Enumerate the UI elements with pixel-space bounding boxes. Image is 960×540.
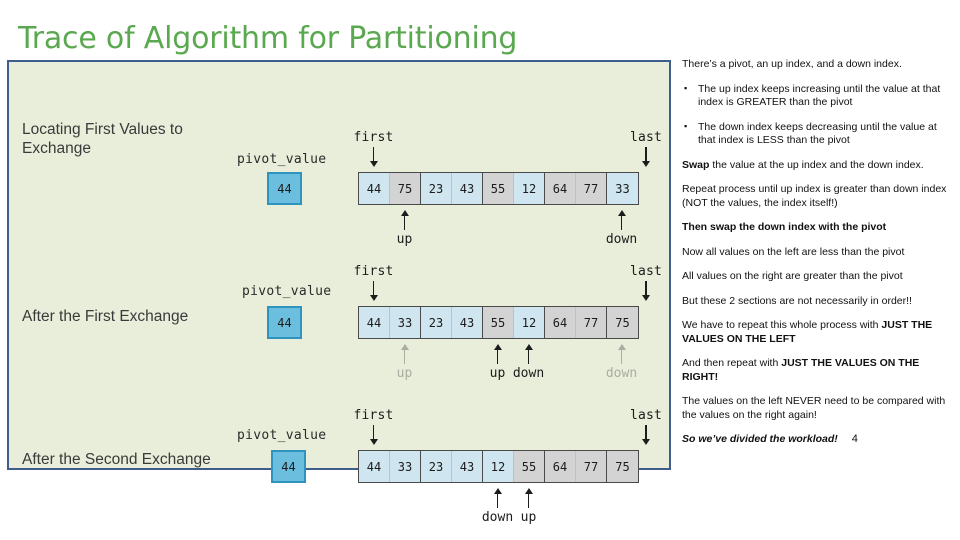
note-repeat-right: And then repeat with JUST THE VALUES ON … [682, 357, 952, 384]
array-row-3: 44 33 23 43 12 55 64 77 75 [358, 450, 639, 483]
up-pointer-label: up [396, 366, 413, 381]
last-pointer: last [629, 408, 663, 445]
array-cell: 33 [607, 173, 638, 204]
last-pointer: last [629, 130, 663, 167]
note-repeat-right-plain: And then repeat with [682, 357, 782, 369]
pivot-value-box: 44 [267, 306, 302, 339]
array-cell: 43 [452, 307, 483, 338]
note-left-less: Now all values on the left are less than… [682, 245, 905, 258]
first-pointer: first [353, 408, 394, 445]
array-cell: 12 [483, 451, 514, 482]
pivot-value-caption: pivot_value [237, 428, 327, 443]
first-pointer: first [353, 264, 394, 301]
up-pointer: up [509, 488, 549, 525]
array-cell: 64 [545, 451, 576, 482]
list-item: The down index keeps decreasing until th… [682, 120, 952, 148]
pivot-value-box: 44 [267, 172, 302, 205]
up-pointer: up [385, 344, 425, 381]
first-pointer-label: first [353, 130, 394, 145]
first-pointer-label: first [353, 408, 394, 423]
notes-panel: There’s a pivot, an up index, and a down… [682, 58, 952, 458]
list-item: The up index keeps increasing until the … [682, 82, 952, 110]
up-pointer-label: up [396, 232, 413, 247]
up-pointer-label: up [489, 366, 506, 381]
pivot-value-caption: pivot_value [242, 284, 332, 299]
array-cell: 33 [390, 451, 421, 482]
row-label-3: After the Second Exchange [22, 451, 211, 468]
note-swap-rest: the value at the up index and the down i… [709, 158, 924, 171]
first-pointer: first [353, 130, 394, 167]
array-cell: 75 [607, 451, 638, 482]
array-cell: 75 [390, 173, 421, 204]
array-cell: 55 [483, 307, 514, 338]
note-repeat: Repeat process until up index is greater… [682, 183, 947, 209]
note-not-ordered: But these 2 sections are not necessarily… [682, 294, 912, 307]
up-pointer: up [385, 210, 425, 247]
array-row-2: 44 33 23 43 55 12 64 77 75 [358, 306, 639, 339]
last-pointer: last [629, 264, 663, 301]
array-row-1: 44 75 23 43 55 12 64 77 33 [358, 172, 639, 205]
array-cell: 23 [421, 451, 452, 482]
note-never-compared: The values on the left NEVER need to be … [682, 395, 946, 421]
array-cell: 12 [514, 307, 545, 338]
down-pointer: down [509, 344, 549, 381]
down-pointer: down [602, 344, 642, 381]
pivot-value-box: 44 [271, 450, 306, 483]
note-bullet-list: The up index keeps increasing until the … [682, 82, 952, 148]
note-right-greater: All values on the right are greater than… [682, 270, 903, 282]
array-cell: 75 [607, 307, 638, 338]
note-swap-keyword: Swap [682, 158, 710, 171]
page-number: 4 [851, 433, 858, 445]
down-pointer-label: down [605, 366, 638, 381]
page-title: Trace of Algorithm for Partitioning [18, 21, 518, 56]
array-cell: 23 [421, 173, 452, 204]
note-intro: There’s a pivot, an up index, and a down… [682, 58, 902, 70]
down-pointer-label: down [605, 232, 638, 247]
last-pointer-label: last [629, 408, 663, 423]
down-pointer: down [602, 210, 642, 247]
array-cell: 12 [514, 173, 545, 204]
array-cell: 55 [483, 173, 514, 204]
partition-trace-diagram: Locating First Values to Exchange pivot_v… [7, 60, 671, 525]
note-conclusion-text: So we’ve divided the workload! [682, 433, 838, 445]
up-pointer-label: up [520, 510, 537, 525]
array-cell: 77 [576, 307, 607, 338]
note-swap: Swap the value at the up index and the d… [682, 159, 952, 173]
array-cell: 44 [359, 173, 390, 204]
note-conclusion: So we’ve divided the workload! 4 [682, 433, 952, 447]
array-cell: 44 [359, 307, 390, 338]
first-pointer-label: first [353, 264, 394, 279]
array-cell: 44 [359, 451, 390, 482]
note-repeat-left: We have to repeat this whole process wit… [682, 319, 952, 346]
array-cell: 33 [390, 307, 421, 338]
row-label-1: Locating First Values to Exchange [22, 121, 183, 157]
array-cell: 64 [545, 307, 576, 338]
array-cell: 43 [452, 173, 483, 204]
note-then-swap: Then swap the down index with the pivot [682, 221, 887, 233]
array-cell: 23 [421, 307, 452, 338]
down-pointer-label: down [512, 366, 545, 381]
array-cell: 55 [514, 451, 545, 482]
array-cell: 77 [576, 173, 607, 204]
pivot-value-caption: pivot_value [237, 152, 327, 167]
note-repeat-left-plain: We have to repeat this whole process wit… [682, 319, 882, 331]
row-label-2: After the First Exchange [22, 308, 189, 325]
last-pointer-label: last [629, 264, 663, 279]
array-cell: 77 [576, 451, 607, 482]
array-cell: 43 [452, 451, 483, 482]
last-pointer-label: last [629, 130, 663, 145]
array-cell: 64 [545, 173, 576, 204]
